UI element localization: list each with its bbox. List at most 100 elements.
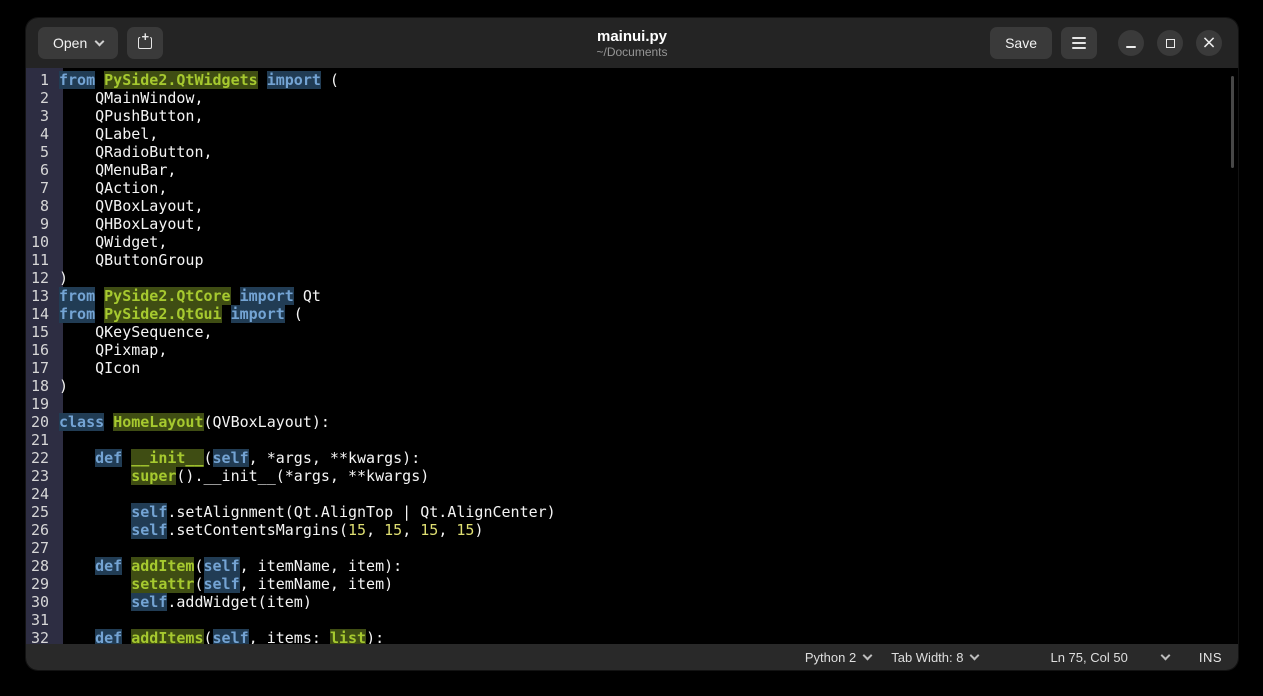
new-tab-icon: + (138, 37, 152, 49)
line-number: 2 (26, 89, 56, 107)
code-line[interactable]: 19 (26, 395, 1238, 413)
scrollbar[interactable] (1231, 76, 1234, 168)
code-text (56, 431, 59, 449)
close-button[interactable]: × (1196, 30, 1222, 56)
line-number: 21 (26, 431, 56, 449)
line-number: 20 (26, 413, 56, 431)
line-number: 5 (26, 143, 56, 161)
maximize-icon (1166, 39, 1175, 48)
code-line[interactable]: 22 def __init__(self, *args, **kwargs): (26, 449, 1238, 467)
code-text (56, 485, 59, 503)
new-tab-button[interactable]: + (127, 27, 163, 59)
line-number: 9 (26, 215, 56, 233)
code-line[interactable]: 7 QAction, (26, 179, 1238, 197)
code-text: setattr(self, itemName, item) (56, 575, 393, 593)
cursor-position-label: Ln 75, Col 50 (1050, 650, 1127, 665)
code-line[interactable]: 17 QIcon (26, 359, 1238, 377)
line-number: 23 (26, 467, 56, 485)
code-text: QRadioButton, (56, 143, 213, 161)
line-number: 29 (26, 575, 56, 593)
code-line[interactable]: 27 (26, 539, 1238, 557)
code-line[interactable]: 10 QWidget, (26, 233, 1238, 251)
minimize-button[interactable] (1118, 30, 1144, 56)
headerbar: Open + mainui.py ~/Documents Save (26, 18, 1238, 68)
code-line[interactable]: 18) (26, 377, 1238, 395)
code-text: from PySide2.QtWidgets import ( (56, 71, 339, 89)
tab-width-label: Tab Width: 8 (891, 650, 963, 665)
line-number: 27 (26, 539, 56, 557)
code-text: QVBoxLayout, (56, 197, 204, 215)
code-line[interactable]: 32 def addItems(self, items: list): (26, 629, 1238, 644)
code-text: class HomeLayout(QVBoxLayout): (56, 413, 330, 431)
language-label: Python 2 (805, 650, 856, 665)
code-editor[interactable]: 1from PySide2.QtWidgets import (2 QMainW… (26, 68, 1238, 644)
code-text: self.setContentsMargins(15, 15, 15, 15) (56, 521, 483, 539)
tab-width-selector[interactable]: Tab Width: 8 (881, 644, 988, 670)
maximize-button[interactable] (1157, 30, 1183, 56)
cursor-position-button[interactable]: Ln 75, Col 50 (1040, 644, 1178, 670)
menu-button[interactable] (1061, 27, 1097, 59)
code-line[interactable]: 5 QRadioButton, (26, 143, 1238, 161)
code-text: QIcon (56, 359, 140, 377)
line-number: 14 (26, 305, 56, 323)
window-controls: × (1118, 30, 1222, 56)
code-lines: 1from PySide2.QtWidgets import (2 QMainW… (26, 71, 1238, 644)
code-text: self.addWidget(item) (56, 593, 312, 611)
line-number: 8 (26, 197, 56, 215)
line-number: 10 (26, 233, 56, 251)
chevron-down-icon (863, 651, 873, 661)
code-line[interactable]: 16 QPixmap, (26, 341, 1238, 359)
code-line[interactable]: 9 QHBoxLayout, (26, 215, 1238, 233)
open-button-label: Open (53, 35, 87, 51)
code-text: ) (56, 269, 68, 287)
line-number: 11 (26, 251, 56, 269)
code-line[interactable]: 23 super().__init__(*args, **kwargs) (26, 467, 1238, 485)
code-text: ) (56, 377, 68, 395)
code-line[interactable]: 29 setattr(self, itemName, item) (26, 575, 1238, 593)
code-text: QPixmap, (56, 341, 167, 359)
open-button[interactable]: Open (38, 27, 118, 59)
code-line[interactable]: 12) (26, 269, 1238, 287)
headerbar-right: Save × (990, 27, 1226, 59)
hamburger-icon (1072, 42, 1086, 44)
code-text: QAction, (56, 179, 167, 197)
headerbar-left: Open + (38, 27, 163, 59)
code-line[interactable]: 31 (26, 611, 1238, 629)
code-line[interactable]: 20class HomeLayout(QVBoxLayout): (26, 413, 1238, 431)
code-line[interactable]: 25 self.setAlignment(Qt.AlignTop | Qt.Al… (26, 503, 1238, 521)
code-line[interactable]: 15 QKeySequence, (26, 323, 1238, 341)
code-text (56, 611, 59, 629)
code-line[interactable]: 8 QVBoxLayout, (26, 197, 1238, 215)
document-title: mainui.py (596, 28, 667, 45)
save-button[interactable]: Save (990, 27, 1052, 59)
language-selector[interactable]: Python 2 (795, 644, 881, 670)
chevron-down-icon (95, 36, 105, 46)
code-text: QHBoxLayout, (56, 215, 204, 233)
code-text: QMenuBar, (56, 161, 176, 179)
code-line[interactable]: 1from PySide2.QtWidgets import ( (26, 71, 1238, 89)
line-number: 30 (26, 593, 56, 611)
close-icon: × (1201, 35, 1216, 51)
code-line[interactable]: 2 QMainWindow, (26, 89, 1238, 107)
chevron-down-icon (1160, 651, 1170, 661)
code-text: def addItems(self, items: list): (56, 629, 384, 644)
code-line[interactable]: 4 QLabel, (26, 125, 1238, 143)
line-number: 15 (26, 323, 56, 341)
code-line[interactable]: 13from PySide2.QtCore import Qt (26, 287, 1238, 305)
code-line[interactable]: 26 self.setContentsMargins(15, 15, 15, 1… (26, 521, 1238, 539)
code-line[interactable]: 14from PySide2.QtGui import ( (26, 305, 1238, 323)
code-line[interactable]: 30 self.addWidget(item) (26, 593, 1238, 611)
line-number: 26 (26, 521, 56, 539)
code-line[interactable]: 21 (26, 431, 1238, 449)
line-number: 24 (26, 485, 56, 503)
line-number: 1 (26, 71, 56, 89)
line-number: 3 (26, 107, 56, 125)
code-line[interactable]: 6 QMenuBar, (26, 161, 1238, 179)
code-text: QButtonGroup (56, 251, 204, 269)
code-line[interactable]: 3 QPushButton, (26, 107, 1238, 125)
code-line[interactable]: 28 def addItem(self, itemName, item): (26, 557, 1238, 575)
code-line[interactable]: 11 QButtonGroup (26, 251, 1238, 269)
line-number: 12 (26, 269, 56, 287)
code-line[interactable]: 24 (26, 485, 1238, 503)
line-number: 28 (26, 557, 56, 575)
